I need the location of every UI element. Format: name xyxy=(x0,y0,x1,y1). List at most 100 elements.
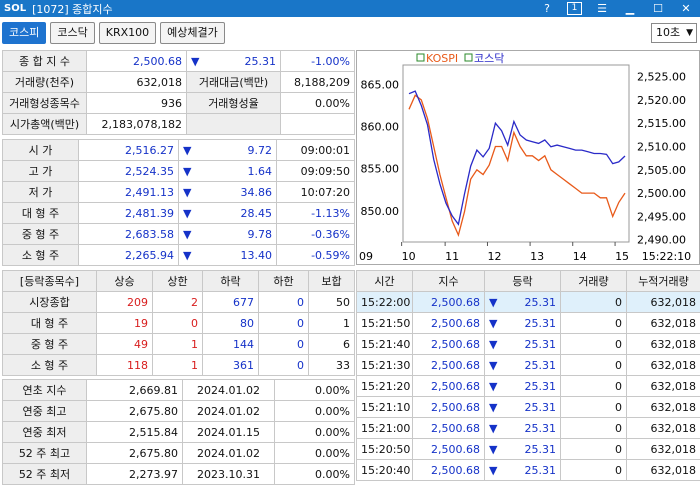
change-cell: ▼25.31 xyxy=(485,292,561,313)
row-label: 중 형 주 xyxy=(3,224,79,245)
table-row: 중 형 주49114406 xyxy=(3,334,355,355)
table-row[interactable]: 15:20:402,500.68▼25.310632,018 xyxy=(357,460,700,481)
cumulative-volume-value: 632,018 xyxy=(627,397,700,418)
table-row[interactable]: 15:21:302,500.68▼25.310632,018 xyxy=(357,355,700,376)
date-value: 2024.01.15 xyxy=(183,422,275,443)
column-header: 지수 xyxy=(413,271,485,292)
empty-cell xyxy=(281,114,355,135)
index-value: 2,500.68 xyxy=(413,376,485,397)
change-cell: ▼ 25.31 xyxy=(485,460,561,481)
table-row[interactable]: 15:21:102,500.68▼25.310632,018 xyxy=(357,397,700,418)
legend-checkbox[interactable] xyxy=(465,54,472,61)
time-value: 09:09:50 xyxy=(277,161,355,182)
link-group-button[interactable]: 1 xyxy=(567,2,582,15)
index-value: 2,500.68 xyxy=(87,51,187,72)
count-value: 144 xyxy=(203,334,259,355)
change-rate: -1.13% xyxy=(277,203,355,224)
series-line-kospi xyxy=(409,95,625,235)
table-row: 거래량(천주) 632,018 거래대금(백만) 8,188,209 xyxy=(3,72,355,93)
change-rate: 0.00% xyxy=(275,401,355,422)
down-arrow-icon: ▼ xyxy=(183,249,191,262)
right-axis-tick: 2,525.00 xyxy=(637,71,686,84)
volume-value: 0 xyxy=(561,418,627,439)
maximize-button[interactable]: ☐ xyxy=(644,2,672,15)
column-header: 누적거래량 xyxy=(627,271,700,292)
table-row[interactable]: 15:21:002,500.68▼25.310632,018 xyxy=(357,418,700,439)
index-value: 2,669.81 xyxy=(87,380,183,401)
empty-cell xyxy=(187,114,281,135)
count-value: 0 xyxy=(259,313,309,334)
row-label: 52 주 최고 xyxy=(3,443,87,464)
count-value: 361 xyxy=(203,355,259,376)
time-value: 15:21:40 xyxy=(357,334,413,355)
date-value: 2024.01.02 xyxy=(183,401,275,422)
tab-kospi[interactable]: 코스피 xyxy=(2,22,46,44)
change-cell: ▼25.31 xyxy=(485,355,561,376)
change-cell: ▼28.45 xyxy=(179,203,277,224)
table-row[interactable]: 15:22:002,500.68▼25.310632,018 xyxy=(357,292,700,313)
table-row: 연중 최고2,675.802024.01.020.00% xyxy=(3,401,355,422)
change-value: 25.31 xyxy=(525,296,557,309)
change-rate: 0.00% xyxy=(275,380,355,401)
down-arrow-icon: ▼ xyxy=(489,380,497,393)
x-axis-tick: 15 xyxy=(615,250,629,263)
index-value: 2,683.58 xyxy=(79,224,179,245)
row-label: 고 가 xyxy=(3,161,79,182)
change-rate: 0.00% xyxy=(275,422,355,443)
volume-value: 632,018 xyxy=(87,72,187,93)
count-value: 0 xyxy=(259,292,309,313)
count-value: 209 xyxy=(97,292,153,313)
table-row: 시장종합2092677050 xyxy=(3,292,355,313)
header-row: 시간지수등락거래량누적거래량 xyxy=(357,271,700,292)
row-label: 시 가 xyxy=(3,140,79,161)
menu-icon[interactable]: ☰ xyxy=(588,2,616,15)
close-button[interactable]: ✕ xyxy=(672,2,700,15)
window-controls: ? 1 ☰ ▁ ☐ ✕ xyxy=(533,0,700,17)
column-header: 거래량 xyxy=(561,271,627,292)
row-label: 거래형성율 xyxy=(187,93,281,114)
market-cap-value: 2,183,078,182 xyxy=(87,114,187,135)
x-axis-tick: 14 xyxy=(573,250,587,263)
tab-kosdaq[interactable]: 코스닥 xyxy=(50,22,94,44)
row-label: 연중 최고 xyxy=(3,401,87,422)
legend-checkbox[interactable] xyxy=(417,54,424,61)
change-cell: ▼25.31 xyxy=(485,397,561,418)
help-button[interactable]: ? xyxy=(533,2,561,15)
change-value: 25.31 xyxy=(525,464,557,477)
column-header: 등락 xyxy=(485,271,561,292)
change-cell: ▼25.31 xyxy=(485,439,561,460)
table-row[interactable]: 15:21:202,500.68▼25.310632,018 xyxy=(357,376,700,397)
x-axis-tick: 11 xyxy=(445,250,459,263)
count-value: 1 xyxy=(153,334,203,355)
change-value: 25.31 xyxy=(525,359,557,372)
count-value: 50 xyxy=(309,292,355,313)
column-header: 상승 xyxy=(97,271,153,292)
table-row[interactable]: 15:21:402,500.68▼25.310632,018 xyxy=(357,334,700,355)
down-arrow-icon: ▼ xyxy=(489,464,497,477)
tab-krx100[interactable]: KRX100 xyxy=(99,22,156,44)
time-value: 15:21:20 xyxy=(357,376,413,397)
count-value: 1 xyxy=(153,355,203,376)
app-logo: SOL xyxy=(4,3,26,14)
time-value: 15:21:30 xyxy=(357,355,413,376)
interval-select[interactable]: 10초 ▼ xyxy=(651,23,697,43)
minimize-button[interactable]: ▁ xyxy=(616,2,644,15)
tab-expected-price[interactable]: 예상체결가 xyxy=(160,22,225,44)
x-axis-tick: 15:22:10 xyxy=(642,250,691,263)
change-value: 9.78 xyxy=(248,228,273,241)
table-row[interactable]: 15:21:502,500.68▼25.310632,018 xyxy=(357,313,700,334)
title-bar: SOL [1072] 종합지수 ? 1 ☰ ▁ ☐ ✕ xyxy=(0,0,700,17)
index-change-rate: -1.00% xyxy=(281,51,355,72)
down-arrow-icon: ▼ xyxy=(191,55,199,68)
change-cell: ▼25.31 xyxy=(485,313,561,334)
yearly-table: 연초 지수2,669.812024.01.020.00%연중 최고2,675.8… xyxy=(2,379,355,485)
cumulative-volume-value: 632,018 xyxy=(627,376,700,397)
row-label: 거래량(천주) xyxy=(3,72,87,93)
index-value: 2,500.68 xyxy=(413,355,485,376)
column-header: 하락 xyxy=(203,271,259,292)
row-label: 거래대금(백만) xyxy=(187,72,281,93)
table-row[interactable]: 15:20:502,500.68▼25.310632,018 xyxy=(357,439,700,460)
count-value: 1 xyxy=(309,313,355,334)
intraday-chart[interactable]: 865.00860.00855.00850.002,525.002,520.00… xyxy=(356,50,700,265)
change-rate: -0.36% xyxy=(277,224,355,245)
